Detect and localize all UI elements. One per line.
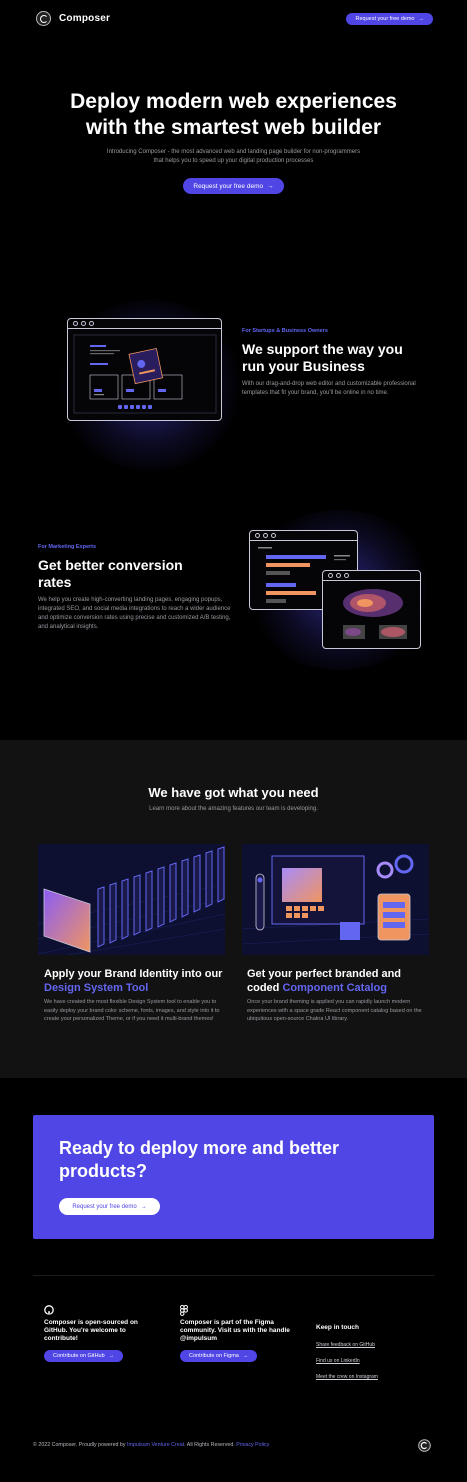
window-dot-icon — [73, 321, 78, 326]
contribute-github-button[interactable]: Contribute on GitHub → — [44, 1350, 124, 1362]
contribute-github-label: Contribute on GitHub — [53, 1353, 105, 1359]
composer-logo-icon[interactable] — [418, 1439, 431, 1452]
window-dot-icon — [255, 533, 260, 538]
cta-demo-label: Request your free demo — [72, 1203, 137, 1210]
window-dot-icon — [89, 321, 94, 326]
copyright: © 2022 Composer. Proudly powered by Impu… — [33, 1442, 269, 1448]
editor-canvas-illustration — [73, 334, 217, 414]
footer-figma-column: Composer is part of the Figma community.… — [180, 1305, 295, 1362]
hero-subtitle-line1: Introducing Composer - the most advanced… — [106, 149, 361, 155]
brand-name: Composer — [59, 13, 111, 24]
heatmap-illustration — [322, 570, 421, 649]
window-dot-icon — [263, 533, 268, 538]
component-catalog-card-title: Get your perfect branded and coded Compo… — [247, 967, 427, 995]
feature1-description: With our drag-and-drop web editor and cu… — [242, 381, 416, 396]
heatmap-canvas-illustration — [343, 589, 407, 639]
component-catalog-title-accent: Component Catalog — [282, 982, 387, 994]
hero-title: Deploy modern web experiences with the s… — [0, 89, 467, 141]
features-subtitle: Learn more about the amazing features ou… — [149, 806, 318, 812]
design-system-card-description: We have created the most flexible Design… — [44, 999, 220, 1022]
components-illustration — [242, 854, 429, 945]
arrow-right-icon: → — [140, 1203, 147, 1210]
component-catalog-illustration — [242, 844, 429, 955]
window-dot-icon — [271, 533, 276, 538]
cta-demo-button[interactable]: Request your free demo → — [59, 1198, 160, 1215]
arrow-right-icon: → — [242, 1353, 249, 1359]
header-demo-button[interactable]: Request your free demo → — [346, 13, 433, 25]
privacy-policy-link[interactable]: Privacy Policy — [236, 1442, 269, 1448]
arrow-right-icon: → — [108, 1353, 115, 1359]
footer-divider — [33, 1275, 434, 1276]
design-system-title-prefix: Apply your Brand Identity into our — [44, 968, 223, 980]
hero-demo-label: Request your free demo — [193, 182, 264, 190]
hero-demo-button[interactable]: Request your free demo → — [183, 178, 284, 194]
instagram-link[interactable]: Meet the crew on Instagram — [316, 1374, 378, 1380]
contribute-figma-button[interactable]: Contribute on Figma → — [180, 1350, 258, 1362]
window-bar — [323, 571, 420, 581]
feature2-description: We help you create high-converting landi… — [38, 597, 231, 630]
github-feedback-link[interactable]: Share feedback on GitHub — [316, 1342, 378, 1348]
company-link[interactable]: Impulsum Venture Creat. — [127, 1442, 186, 1448]
keep-in-touch: Keep in touch Share feedback on GitHub F… — [316, 1324, 378, 1380]
feature1-title: We support the way you run your Business — [242, 341, 403, 374]
window-bar — [68, 319, 221, 329]
linkedin-link[interactable]: Find us on LinkedIn — [316, 1358, 378, 1364]
component-catalog-card-description: Once your brand theming is applied you c… — [247, 999, 422, 1022]
design-system-title-accent: Design System Tool — [44, 982, 149, 994]
figma-icon — [180, 1305, 295, 1317]
cta-banner: Ready to deploy more and better products… — [33, 1115, 434, 1239]
footer-github-column: Composer is open-sourced on GitHub. You'… — [44, 1305, 159, 1362]
cta-title: Ready to deploy more and better products… — [59, 1138, 340, 1181]
editor-illustration — [67, 318, 222, 421]
feature2-label: For Marketing Experts — [38, 544, 97, 550]
hero-subtitle: Introducing Composer - the most advanced… — [0, 148, 467, 166]
contribute-figma-label: Contribute on Figma — [189, 1353, 239, 1359]
hero-title-line2: with the smartest web builder — [85, 116, 382, 139]
github-text: Composer is open-sourced on GitHub. You'… — [44, 1319, 138, 1342]
header: Composer Request your free demo → — [0, 0, 467, 40]
hero-subtitle-line2: that helps you to speed up your digital … — [153, 158, 314, 164]
arrow-right-icon: → — [267, 182, 274, 190]
feature1-label: For Startups & Business Owners — [242, 328, 328, 334]
arrow-right-icon: → — [418, 16, 425, 22]
header-demo-label: Request your free demo — [355, 16, 415, 22]
window-dot-icon — [336, 573, 341, 578]
feature2-title: Get better conversion rates — [38, 557, 183, 590]
copyright-prefix: © 2022 Composer. Proudly powered by — [33, 1442, 128, 1448]
window-dot-icon — [81, 321, 86, 326]
stacked-cards-illustration — [38, 846, 225, 955]
window-bar — [250, 531, 357, 541]
hero-title-line1: Deploy modern web experiences — [70, 90, 397, 113]
github-icon — [44, 1305, 159, 1317]
copyright-rights: All Rights Reserved. — [185, 1442, 237, 1448]
figma-text: Composer is part of the Figma community.… — [180, 1319, 290, 1342]
features-title: We have got what you need — [148, 785, 319, 800]
design-system-card-title: Apply your Brand Identity into our Desig… — [44, 967, 224, 995]
window-dot-icon — [344, 573, 349, 578]
brand-logo[interactable]: Composer — [36, 11, 110, 26]
design-system-illustration — [38, 844, 225, 955]
window-dot-icon — [328, 573, 333, 578]
keep-in-touch-title: Keep in touch — [316, 1324, 359, 1331]
composer-logo-icon — [36, 11, 51, 26]
